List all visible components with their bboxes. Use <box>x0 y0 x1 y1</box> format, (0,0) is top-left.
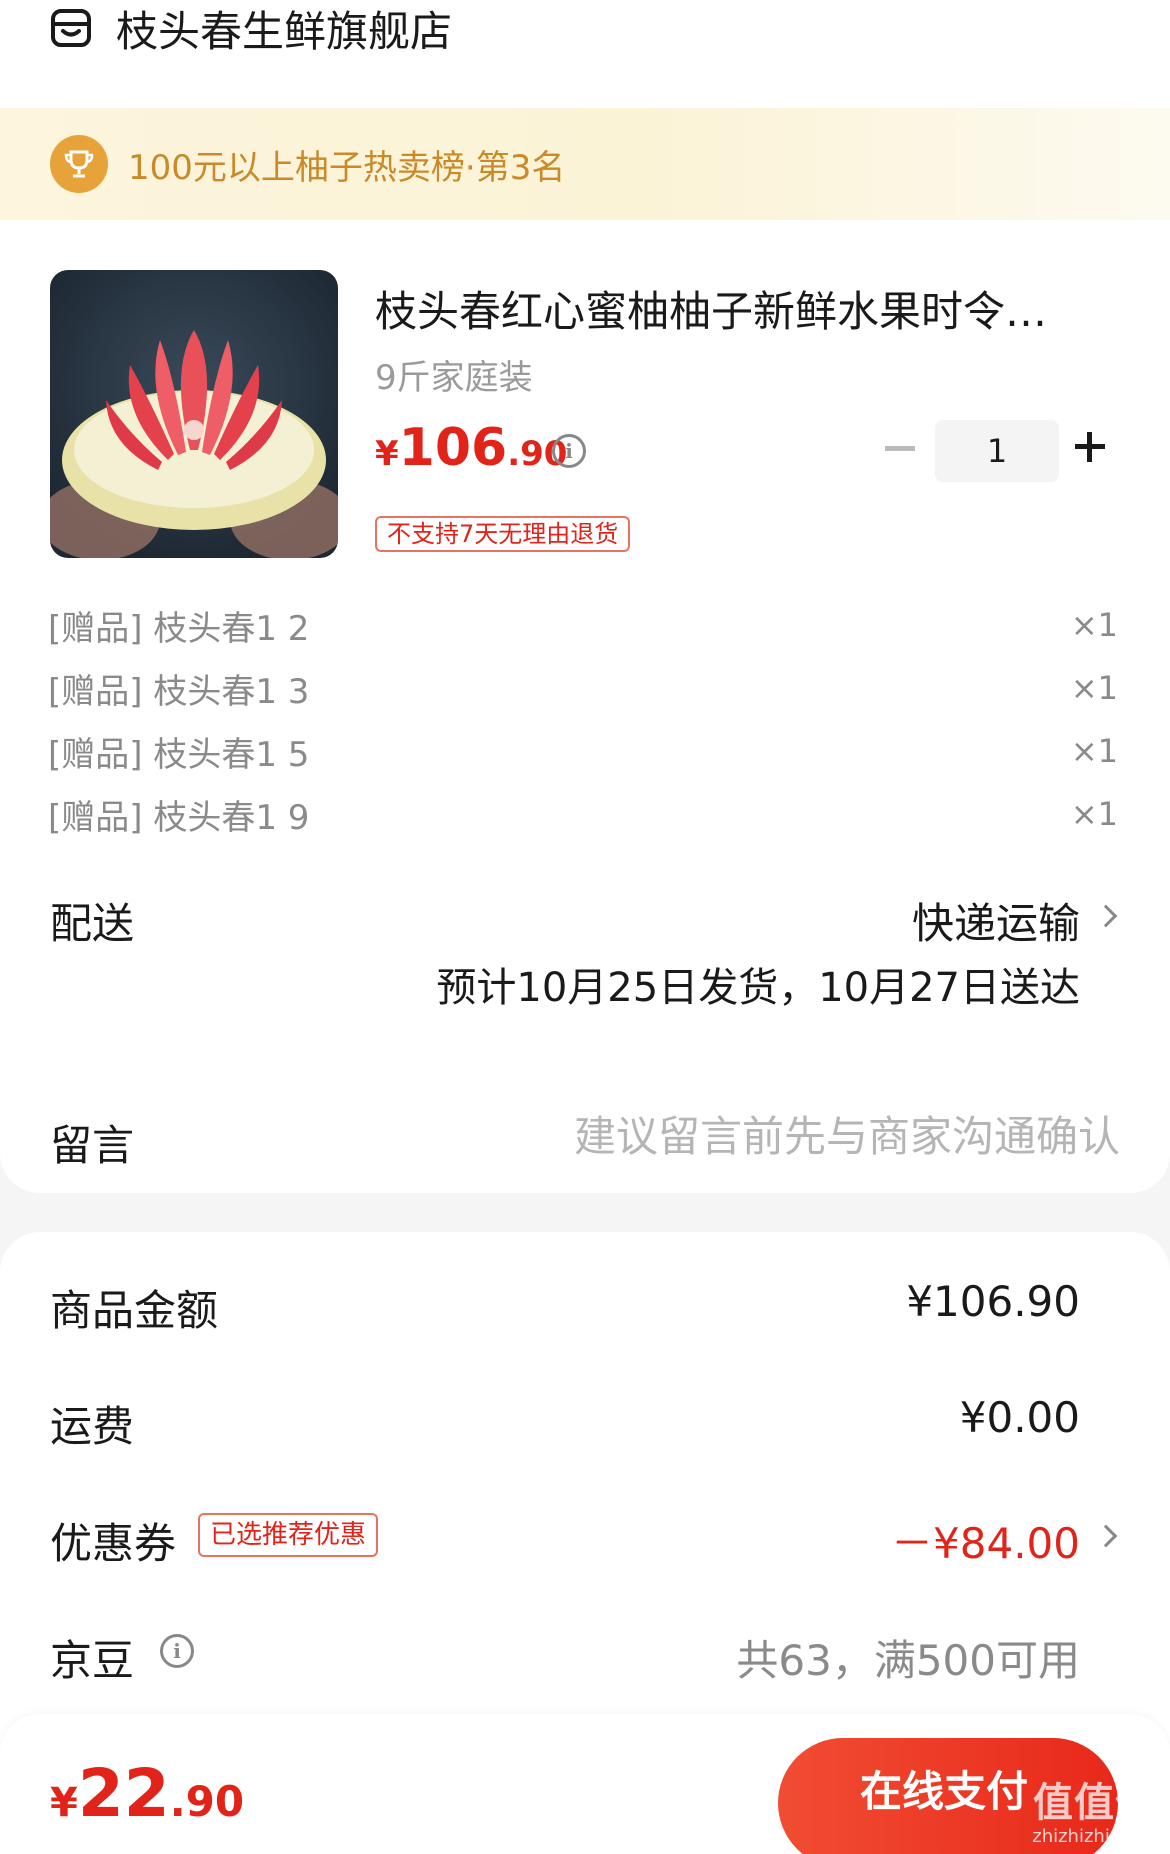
beans-value: 共63，满500可用 <box>736 1636 1080 1685</box>
beans-info-icon[interactable]: i <box>160 1634 194 1668</box>
quantity-increase-button[interactable] <box>1075 432 1105 462</box>
price-info-icon[interactable]: i <box>552 434 586 468</box>
price-symbol: ¥ <box>375 434 399 474</box>
quantity-decrease-button[interactable] <box>885 446 915 451</box>
total-integer: 22 <box>77 1755 170 1832</box>
trophy-icon <box>50 135 108 193</box>
coupon-value[interactable]: －¥84.00 <box>891 1510 1080 1571</box>
gift-name: [赠品] 枝头春1 2 <box>48 608 310 649</box>
shipping-value: ¥0.00 <box>959 1393 1080 1442</box>
product-price: ¥ 106 .90 <box>375 418 567 478</box>
beans-label: 京豆 <box>50 1636 135 1685</box>
product-spec: 9斤家庭装 <box>375 358 533 398</box>
total-decimal: .90 <box>169 1777 245 1826</box>
goods-amount-value: ¥106.90 <box>906 1277 1080 1326</box>
coupon-tag: 已选推荐优惠 <box>198 1513 379 1557</box>
goods-amount-label: 商品金额 <box>50 1286 219 1335</box>
quantity-input[interactable]: 1 <box>935 420 1059 482</box>
gift-item: [赠品] 枝头春1 3 ×1 <box>48 663 1118 713</box>
delivery-eta: 预计10月25日发货，10月27日送达 <box>436 965 1080 1011</box>
gift-item: [赠品] 枝头春1 9 ×1 <box>48 789 1118 839</box>
chevron-right-icon[interactable] <box>1094 904 1118 928</box>
gift-qty: ×1 <box>1070 795 1118 833</box>
watermark-logo: 值值值 <box>1033 1780 1156 1826</box>
gift-name: [赠品] 枝头春1 9 <box>48 797 310 838</box>
price-integer: 106 <box>398 418 508 478</box>
order-card: 枝头春生鲜旗舰店 100元以上柚子热卖榜·第3名 枝头春红心蜜柚柚子新鲜水果时令… <box>0 0 1170 1193</box>
gift-qty: ×1 <box>1070 669 1118 707</box>
message-input[interactable] <box>480 1108 1120 1164</box>
shipping-label: 运费 <box>50 1402 135 1451</box>
rank-text: 100元以上柚子热卖榜·第3名 <box>128 147 566 188</box>
pomelo-illustration <box>50 330 338 558</box>
total-price: ¥ 22 .90 <box>50 1755 244 1832</box>
shop-header[interactable]: 枝头春生鲜旗舰店 <box>50 0 452 56</box>
gift-qty: ×1 <box>1070 732 1118 770</box>
total-symbol: ¥ <box>50 1780 78 1826</box>
gift-item: [赠品] 枝头春1 2 ×1 <box>48 600 1118 650</box>
delivery-method[interactable]: 快递运输 <box>912 890 1080 951</box>
watermark-url: zhizhizhi.com <box>1032 1826 1154 1847</box>
product-image[interactable] <box>50 270 338 558</box>
coupon-label: 优惠券 <box>50 1519 177 1568</box>
shop-name: 枝头春生鲜旗舰店 <box>116 6 453 56</box>
gift-name: [赠品] 枝头春1 3 <box>48 671 310 712</box>
delivery-label: 配送 <box>50 899 135 948</box>
return-policy-tag: 不支持7天无理由退货 <box>375 516 631 552</box>
product-title[interactable]: 枝头春红心蜜柚柚子新鲜水果时令… <box>375 278 1115 339</box>
shop-icon <box>51 9 91 47</box>
gift-qty: ×1 <box>1070 606 1118 644</box>
gift-name: [赠品] 枝头春1 5 <box>48 734 310 775</box>
message-label: 留言 <box>50 1121 135 1170</box>
gift-item: [赠品] 枝头春1 5 ×1 <box>48 726 1118 776</box>
rank-banner[interactable]: 100元以上柚子热卖榜·第3名 <box>0 108 1170 220</box>
